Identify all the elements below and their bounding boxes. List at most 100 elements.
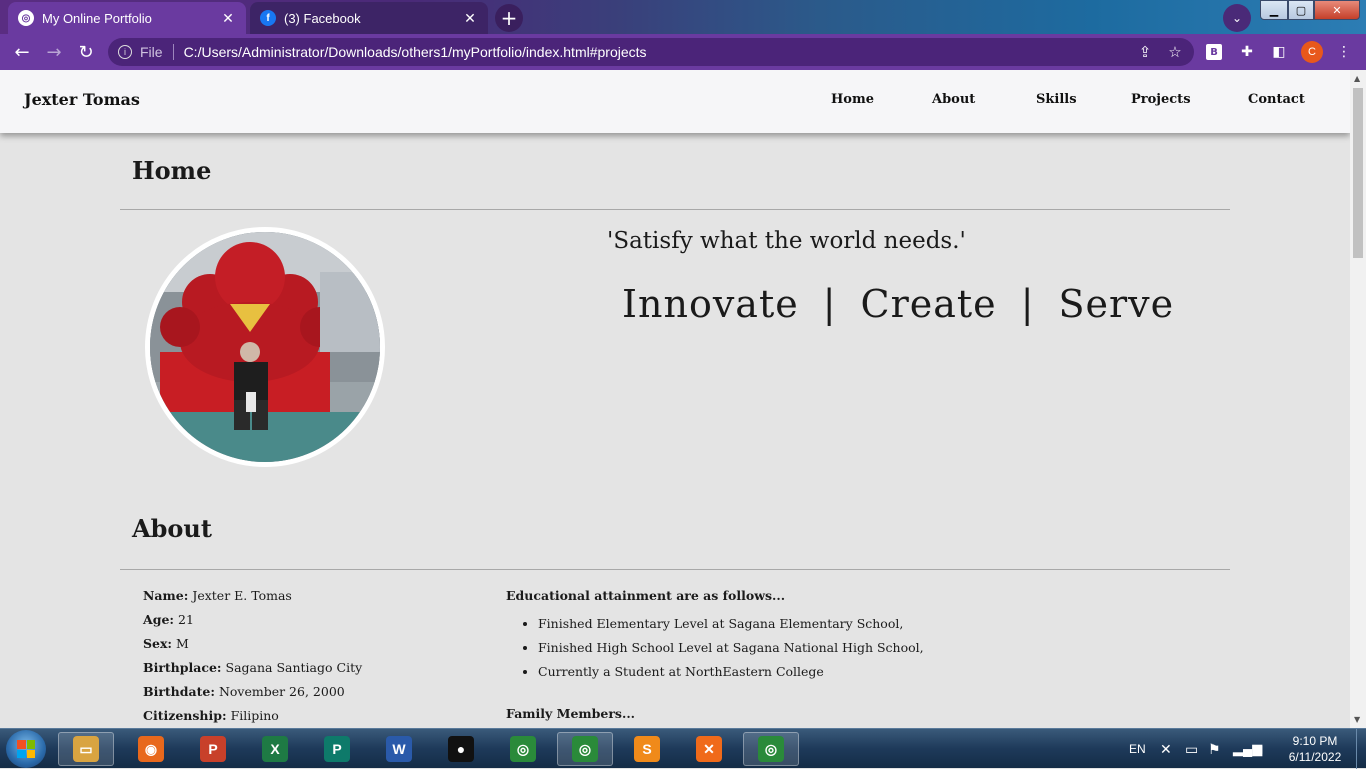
- maximize-button[interactable]: ▢: [1288, 0, 1314, 20]
- start-button[interactable]: [6, 730, 46, 768]
- system-clock[interactable]: 9:10 PM 6/11/2022: [1282, 733, 1348, 765]
- reload-icon[interactable]: ↻: [74, 40, 98, 64]
- word-icon: W: [386, 736, 412, 762]
- scroll-thumb[interactable]: [1353, 88, 1363, 258]
- profile-photo: [145, 227, 385, 467]
- scroll-up-arrow-icon[interactable]: ▲: [1354, 74, 1360, 83]
- volume-tray-icon[interactable]: 🔈︎: [1258, 729, 1266, 769]
- clock-time: 9:10 PM: [1292, 734, 1338, 748]
- close-window-button[interactable]: ✕: [1314, 0, 1360, 20]
- new-tab-button[interactable]: +: [495, 4, 523, 32]
- detail-label: Birthdate:: [143, 684, 215, 699]
- detail-label: Citizenship:: [143, 708, 227, 723]
- windows-logo-icon: [17, 740, 35, 758]
- taskbar-word-button[interactable]: W: [371, 732, 427, 766]
- detail-label: Age:: [143, 612, 175, 627]
- taskbar-sublime-text-button[interactable]: S: [619, 732, 675, 766]
- taskbar-screen-recorder-button[interactable]: ●: [433, 732, 489, 766]
- close-tab-icon[interactable]: ✕: [220, 10, 236, 27]
- taskbar-file-explorer-button[interactable]: ▭: [58, 732, 114, 766]
- page-viewport: Jexter Tomas Home About Skills Projects …: [0, 70, 1350, 728]
- detail-birthplace: Birthplace: Sagana Santiago City: [143, 660, 362, 684]
- scheme-label: File: [140, 44, 163, 60]
- education-block: Educational attainment are as follows...…: [506, 588, 924, 721]
- nav-link-skills[interactable]: Skills: [1036, 92, 1077, 107]
- taskbar-xampp-button[interactable]: ✕: [681, 732, 737, 766]
- scroll-down-arrow-icon[interactable]: ▼: [1354, 715, 1360, 724]
- tab-my-online-portfolio[interactable]: ◎ My Online Portfolio ✕: [8, 2, 246, 34]
- motto-divider: |: [1020, 282, 1035, 326]
- file-explorer-icon: ▭: [73, 736, 99, 762]
- about-section-title: About: [132, 514, 212, 543]
- nav-link-projects[interactable]: Projects: [1131, 92, 1191, 107]
- address-bar[interactable]: i File C:/Users/Administrator/Downloads/…: [108, 38, 1194, 66]
- nav-link-contact[interactable]: Contact: [1248, 92, 1305, 107]
- home-section-title: Home: [132, 156, 212, 185]
- xampp-icon: ✕: [696, 736, 722, 762]
- forward-arrow-icon[interactable]: →: [42, 40, 66, 64]
- motto-innovate: Innovate: [622, 282, 799, 326]
- detail-value: November 26, 2000: [218, 684, 345, 699]
- side-panel-icon[interactable]: ◧: [1269, 42, 1289, 62]
- globe-icon: ◎: [18, 10, 34, 26]
- profile-photo-image: [150, 232, 380, 462]
- menu-kebab-icon[interactable]: ⋮: [1334, 42, 1354, 62]
- minimize-button[interactable]: ▁: [1260, 0, 1288, 20]
- detail-value: Jexter E. Tomas: [192, 588, 292, 603]
- motto-divider: |: [822, 282, 837, 326]
- page-scrollbar[interactable]: ▲ ▼: [1350, 70, 1366, 728]
- extension-b-icon[interactable]: B: [1206, 44, 1222, 60]
- detail-birthdate: Birthdate: November 26, 2000: [143, 684, 362, 708]
- tab-title: (3) Facebook: [284, 10, 361, 26]
- site-brand[interactable]: Jexter Tomas: [24, 90, 140, 109]
- taskbar-chrome-button[interactable]: ◎: [495, 732, 551, 766]
- detail-label: Name:: [143, 588, 189, 603]
- taskbar-chrome-alt-button[interactable]: ◎: [743, 732, 799, 766]
- detail-value: 21: [178, 612, 194, 627]
- show-desktop-button[interactable]: [1356, 729, 1366, 769]
- chrome-profile-icon: ◎: [572, 736, 598, 762]
- about-details: Name: Jexter E. Tomas Age: 21 Sex: M Bir…: [143, 588, 362, 728]
- share-icon[interactable]: ⇪: [1134, 43, 1156, 61]
- list-item: Finished High School Level at Sagana Nat…: [538, 640, 924, 664]
- list-item: Finished Elementary Level at Sagana Elem…: [538, 616, 924, 640]
- tab-facebook[interactable]: f (3) Facebook ✕: [250, 2, 488, 34]
- list-item: Currently a Student at NorthEastern Coll…: [538, 664, 924, 688]
- about-divider: [120, 569, 1230, 570]
- taskbar-chrome-profile-button[interactable]: ◎: [557, 732, 613, 766]
- display-tray-icon[interactable]: ▭: [1185, 729, 1198, 769]
- taskbar-powerpoint-button[interactable]: P: [185, 732, 241, 766]
- taskbar-publisher-button[interactable]: P: [309, 732, 365, 766]
- language-indicator[interactable]: EN: [1129, 729, 1146, 769]
- home-divider: [120, 209, 1230, 210]
- close-tab-icon[interactable]: ✕: [462, 10, 478, 27]
- tab-title: My Online Portfolio: [42, 10, 152, 26]
- xampp-tray-icon[interactable]: ✕: [1160, 729, 1172, 769]
- detail-value: Filipino: [230, 708, 279, 723]
- info-icon[interactable]: i: [118, 45, 132, 59]
- flag-tray-icon[interactable]: ⚑: [1208, 729, 1221, 769]
- taskbar-excel-button[interactable]: X: [247, 732, 303, 766]
- nav-link-about[interactable]: About: [932, 92, 975, 107]
- taskbar-firefox-button[interactable]: ◉: [123, 732, 179, 766]
- detail-value: M: [176, 636, 189, 651]
- detail-citizenship: Citizenship: Filipino: [143, 708, 362, 728]
- powerpoint-icon: P: [200, 736, 226, 762]
- tab-strip: ◎ My Online Portfolio ✕ f (3) Facebook ✕…: [0, 0, 1366, 34]
- bookmark-star-icon[interactable]: ☆: [1164, 43, 1186, 61]
- url-text[interactable]: C:/Users/Administrator/Downloads/others1…: [184, 44, 1134, 60]
- tab-search-button[interactable]: ⌄: [1223, 4, 1251, 32]
- motto-serve: Serve: [1058, 282, 1175, 326]
- windows-taskbar: ▭ ◉ P X P W ● ◎ ◎ S ✕ ◎ EN ✕ ▭ ⚑ ▂▄▆ 🔈︎ 9:10 PM 6/1…: [0, 728, 1366, 769]
- detail-name: Name: Jexter E. Tomas: [143, 588, 362, 612]
- browser-toolbar: ← → ↻ i File C:/Users/Administrator/Down…: [0, 34, 1366, 70]
- profile-avatar[interactable]: C: [1301, 41, 1323, 63]
- nav-link-home[interactable]: Home: [831, 92, 874, 107]
- education-heading: Educational attainment are as follows...: [506, 588, 786, 603]
- family-heading: Family Members...: [506, 706, 636, 721]
- excel-icon: X: [262, 736, 288, 762]
- site-navbar: Jexter Tomas Home About Skills Projects …: [0, 70, 1350, 133]
- back-arrow-icon[interactable]: ←: [10, 40, 34, 64]
- detail-value: Sagana Santiago City: [225, 660, 363, 675]
- puzzle-extensions-icon[interactable]: ✚: [1237, 42, 1257, 62]
